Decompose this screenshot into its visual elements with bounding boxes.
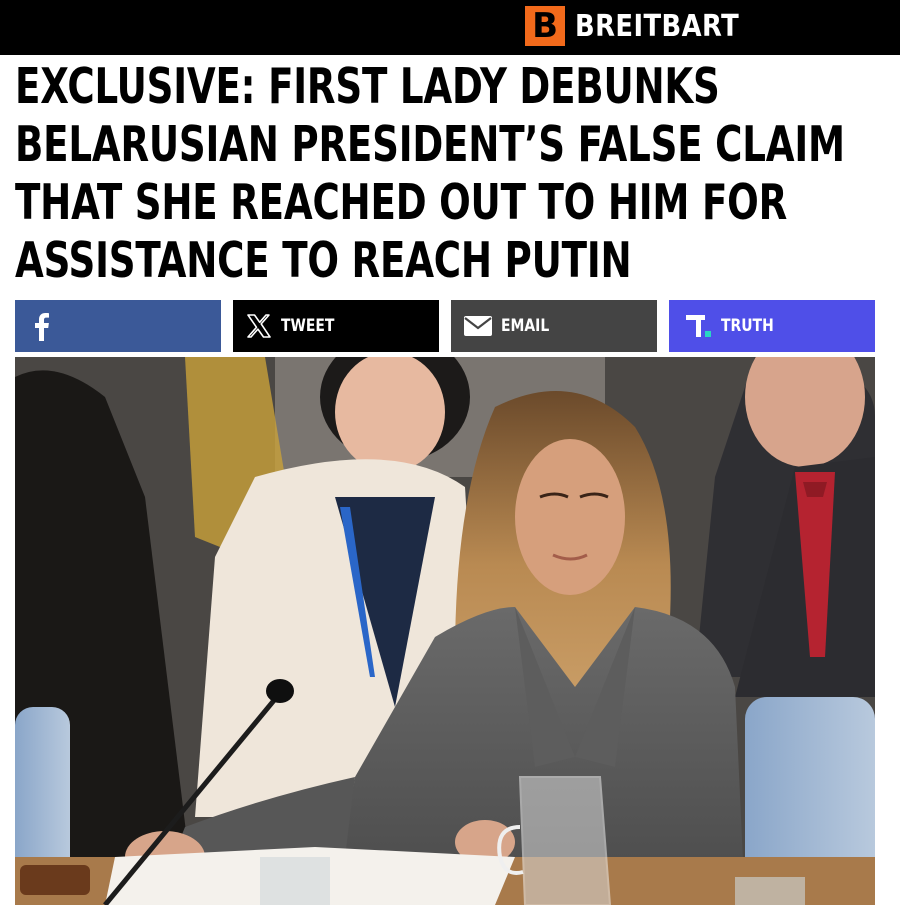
email-label: EMAIL	[501, 316, 550, 336]
truth-share-button[interactable]: TRUTH	[669, 300, 875, 352]
email-share-button[interactable]: EMAIL	[451, 300, 657, 352]
tweet-button[interactable]: TWEET	[233, 300, 439, 352]
truth-label: TRUTH	[721, 316, 774, 336]
truth-social-icon	[686, 315, 711, 337]
article-headline: EXCLUSIVE: FIRST LADY DEBUNKS BELARUSIAN…	[15, 58, 845, 290]
article-hero-photo	[15, 357, 875, 905]
headline-line: ASSISTANCE TO REACH PUTIN	[15, 232, 632, 289]
breitbart-logo-icon: B	[525, 6, 566, 46]
headline-line: EXCLUSIVE: FIRST LADY DEBUNKS	[15, 58, 720, 115]
x-logo-icon	[247, 314, 271, 338]
brand-link[interactable]: B BREITBART	[525, 6, 766, 46]
envelope-icon	[464, 316, 492, 336]
facebook-icon	[35, 313, 49, 341]
facebook-share-button[interactable]	[15, 300, 221, 352]
site-name: BREITBART	[575, 8, 740, 44]
site-header: B BREITBART	[0, 0, 900, 55]
share-bar: TWEET EMAIL TRUTH	[15, 300, 875, 352]
tweet-label: TWEET	[281, 316, 335, 336]
headline-line: THAT SHE REACHED OUT TO HIM FOR	[15, 174, 788, 231]
photo-illustration	[15, 357, 875, 905]
headline-line: BELARUSIAN PRESIDENT’S FALSE CLAIM	[15, 116, 845, 173]
